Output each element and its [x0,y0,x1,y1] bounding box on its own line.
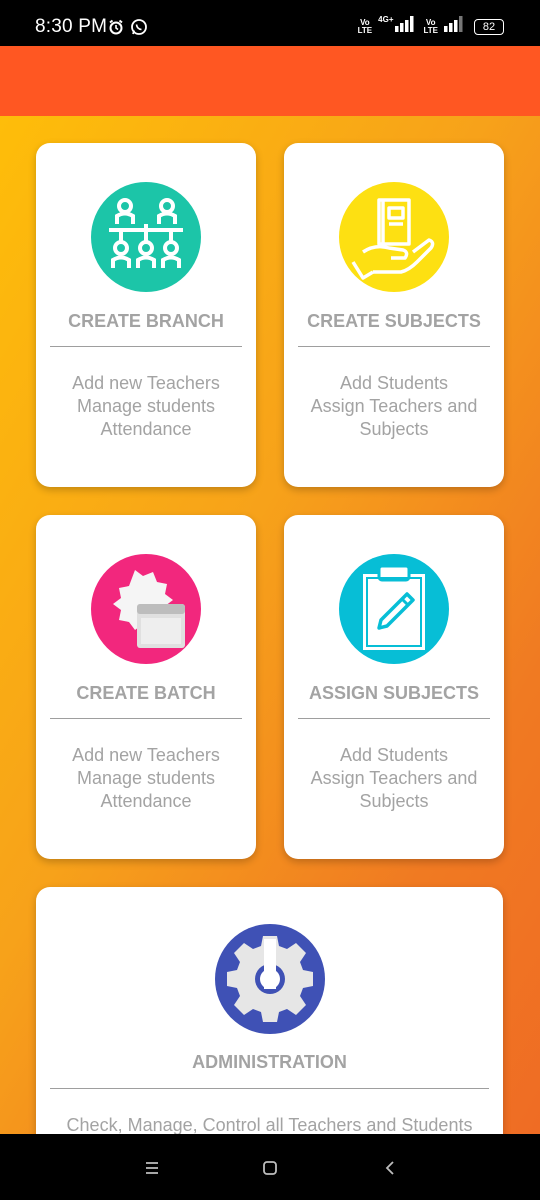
status-right-icons: Vo LTE 4G+ Vo LTE 82 [358,16,504,37]
card-title: ASSIGN SUBJECTS [308,683,480,703]
people-hierarchy-icon [91,182,201,292]
network-indicator-3: Vo LTE [423,18,438,35]
create-subjects-card[interactable]: CREATE SUBJECTS Add Students Assign Teac… [284,143,504,487]
status-bar: 8:30 PM Vo LTE 4G+ Vo LTE 82 [0,0,540,46]
divider [298,718,490,719]
divider [50,1088,489,1089]
card-title: CREATE SUBJECTS [307,311,481,331]
network-label: LTE [357,25,373,35]
recent-apps-icon[interactable] [140,1156,164,1180]
card-description: Add Students Assign Teachers and Subject… [310,373,478,439]
network-indicator-2: 4G+ [378,16,417,37]
card-title: CREATE BATCH [76,683,216,703]
signal-icon [395,16,417,37]
card-description: Add new Teachers Manage students Attenda… [72,745,220,811]
home-icon[interactable] [258,1156,282,1180]
divider [50,718,242,719]
card-description: Add Students Assign Teachers and Subject… [310,745,478,811]
whatsapp-icon [130,18,148,41]
create-branch-card[interactable]: CREATE BRANCH Add new Teachers Manage st… [36,143,256,487]
alarm-icon [108,19,124,40]
card-description: Add new Teachers Manage students Attenda… [72,373,220,439]
status-time: 8:30 PM [35,16,108,37]
badge-window-icon [91,554,201,664]
assign-subjects-card[interactable]: ASSIGN SUBJECTS Add Students Assign Teac… [284,515,504,859]
network-label: LTE [423,25,438,35]
create-batch-card[interactable]: CREATE BATCH Add new Teachers Manage stu… [36,515,256,859]
system-nav-bar [0,1134,540,1200]
network-indicator-1: Vo LTE [357,18,373,35]
back-icon[interactable] [378,1156,402,1180]
book-in-hand-icon [339,182,449,292]
battery-icon: 82 [474,18,504,35]
card-title: ADMINISTRATION [192,1052,347,1072]
app-bar [0,46,540,116]
app-screen: 8:30 PM Vo LTE 4G+ Vo LTE 82 CREATE BRAN… [0,0,540,1200]
gear-icon [214,924,325,1034]
divider [298,346,490,347]
clipboard-pencil-icon [339,554,449,664]
divider [50,346,242,347]
status-left-icons [108,18,148,41]
signal-icon [444,16,464,37]
network-label: 4G+ [378,15,394,24]
card-title: CREATE BRANCH [68,311,224,331]
